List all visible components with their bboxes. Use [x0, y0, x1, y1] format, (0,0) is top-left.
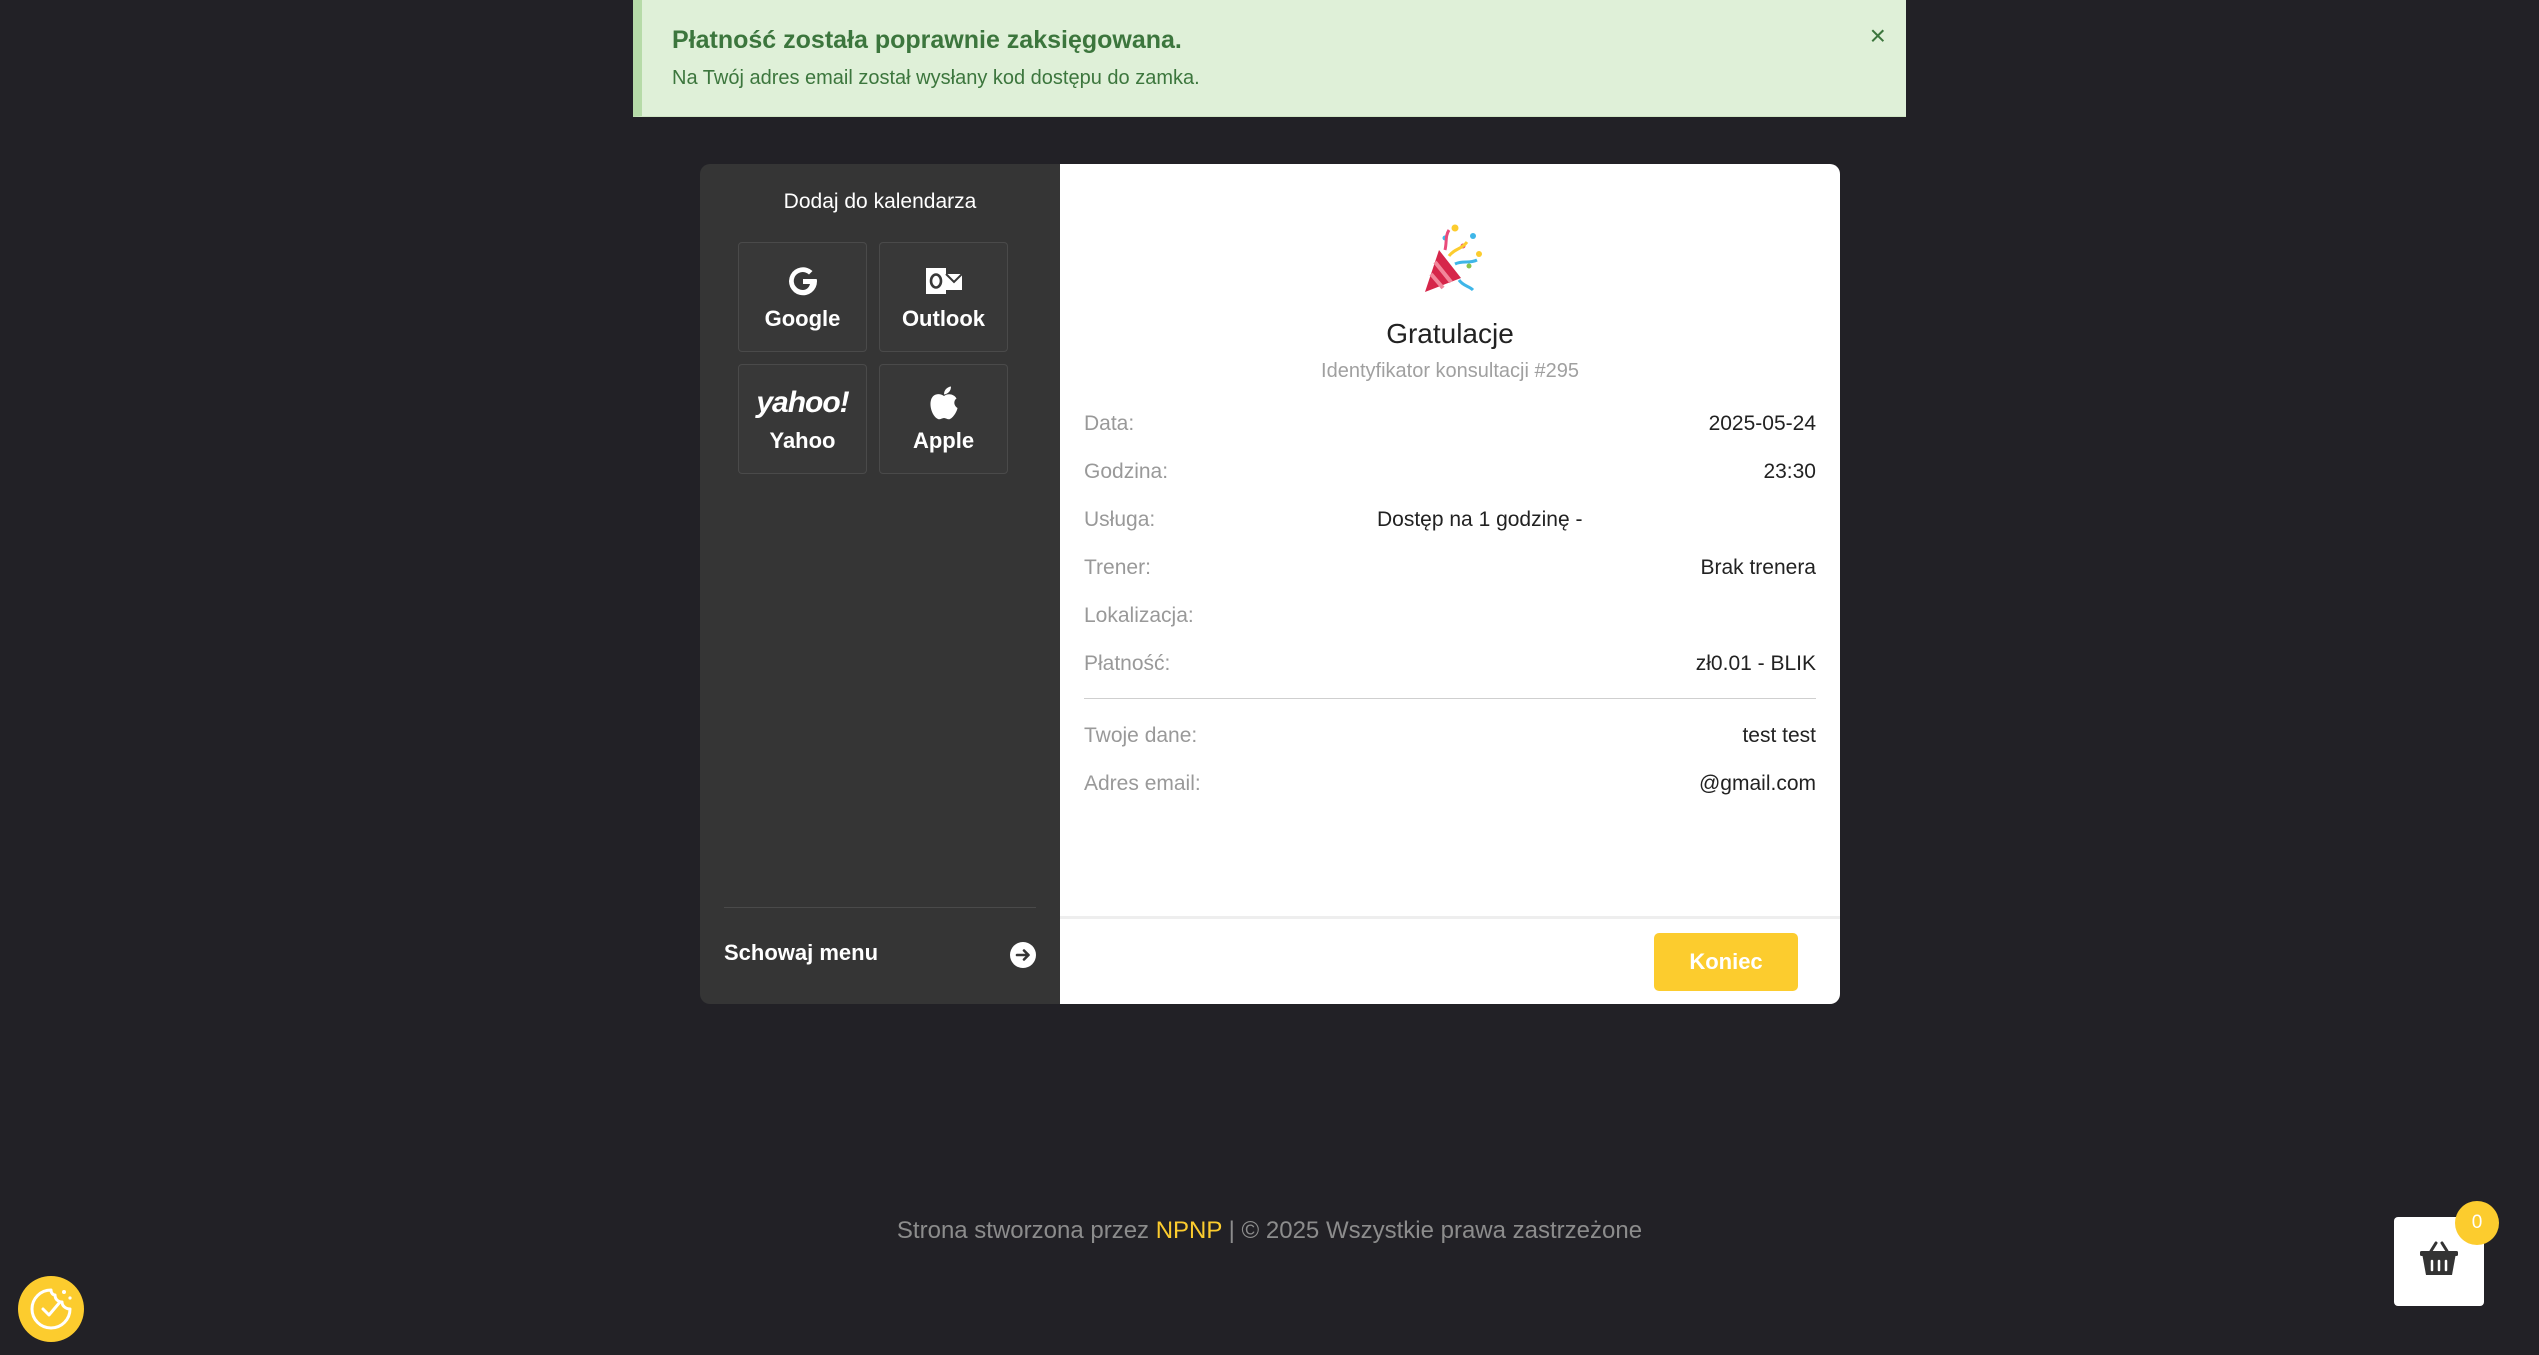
add-to-apple-button[interactable]: Apple [879, 364, 1008, 474]
detail-row-trainer: Trener: Brak trenera [1084, 556, 1816, 586]
add-to-outlook-button[interactable]: Outlook [879, 242, 1008, 352]
success-alert: Płatność została poprawnie zaksięgowana.… [633, 0, 1906, 117]
close-icon[interactable]: × [1870, 22, 1886, 50]
detail-row-payment: Płatność: zł0.01 - BLIK [1084, 652, 1816, 682]
outlook-label: Outlook [901, 306, 986, 331]
add-to-google-button[interactable]: Google [738, 242, 867, 352]
detail-label: Data: [1084, 412, 1135, 435]
detail-label: Trener: [1084, 556, 1151, 579]
detail-value: Brak trenera [1700, 556, 1816, 579]
detail-row-email: Adres email: @gmail.com [1084, 772, 1816, 802]
detail-row-date: Data: 2025-05-24 [1084, 412, 1816, 442]
alert-title: Płatność została poprawnie zaksięgowana. [672, 26, 1182, 54]
consultation-id: Identyfikator konsultacji #295 [1321, 360, 1579, 382]
detail-row-name: Twoje dane: test test [1084, 724, 1816, 754]
party-popper-icon [1415, 220, 1487, 296]
google-label: Google [764, 306, 841, 331]
arrow-right-circle-icon [1010, 942, 1036, 968]
detail-row-service: Usługa: Dostęp na 1 godzinę - [1084, 508, 1816, 538]
detail-value: zł0.01 - BLIK [1695, 652, 1816, 675]
footer-copyright: | © 2025 Wszystkie prawa zastrzeżone [1221, 1217, 1643, 1244]
detail-label: Płatność: [1084, 652, 1171, 675]
apple-label: Apple [912, 428, 975, 453]
cookie-settings-button[interactable] [18, 1276, 84, 1342]
finish-button[interactable]: Koniec [1654, 933, 1798, 991]
sidebar-divider [724, 907, 1036, 908]
detail-label: Godzina: [1084, 460, 1169, 483]
google-icon [739, 261, 866, 301]
booking-confirmation-card: Dodaj do kalendarza Google Outlook yahoo… [700, 164, 1840, 1004]
card-footer-divider [1060, 916, 1840, 919]
detail-label: Usługa: [1084, 508, 1156, 531]
page-footer: Strona stworzona przez NPNP | © 2025 Wsz… [0, 1217, 2539, 1245]
footer-prefix: Strona stworzona przez [896, 1217, 1156, 1244]
sidebar-title: Dodaj do kalendarza [783, 190, 977, 213]
detail-row-location: Lokalizacja: [1084, 604, 1816, 634]
footer-brand-link[interactable]: NPNP [1156, 1217, 1222, 1244]
yahoo-logo-text: yahoo! [756, 386, 849, 419]
detail-row-time: Godzina: 23:30 [1084, 460, 1816, 490]
add-to-yahoo-button[interactable]: yahoo! Yahoo [738, 364, 867, 474]
detail-value: @gmail.com [1698, 772, 1816, 795]
yahoo-label: Yahoo [769, 428, 836, 453]
detail-label: Lokalizacja: [1084, 604, 1194, 627]
hide-menu-button[interactable]: Schowaj menu [724, 934, 1036, 974]
detail-value: test test [1742, 724, 1816, 747]
detail-label: Adres email: [1084, 772, 1201, 795]
yahoo-icon: yahoo! [739, 383, 866, 423]
calendar-sidebar: Dodaj do kalendarza Google Outlook yahoo… [700, 164, 1060, 1004]
detail-value: Dostęp na 1 godzinę - [1377, 508, 1583, 531]
cart-count-badge: 0 [2455, 1201, 2499, 1245]
booking-summary: Gratulacje Identyfikator konsultacji #29… [1060, 164, 1840, 1004]
detail-value: 2025-05-24 [1708, 412, 1816, 435]
outlook-icon [880, 261, 1007, 301]
apple-icon [880, 383, 1007, 423]
details-divider [1084, 698, 1816, 699]
hide-menu-label: Schowaj menu [724, 940, 879, 965]
detail-value: 23:30 [1763, 460, 1816, 483]
alert-message: Na Twój adres email został wysłany kod d… [672, 67, 1200, 89]
confirmation-title: Gratulacje [1386, 318, 1514, 349]
cookie-check-icon [30, 1288, 72, 1330]
detail-label: Twoje dane: [1084, 724, 1198, 747]
